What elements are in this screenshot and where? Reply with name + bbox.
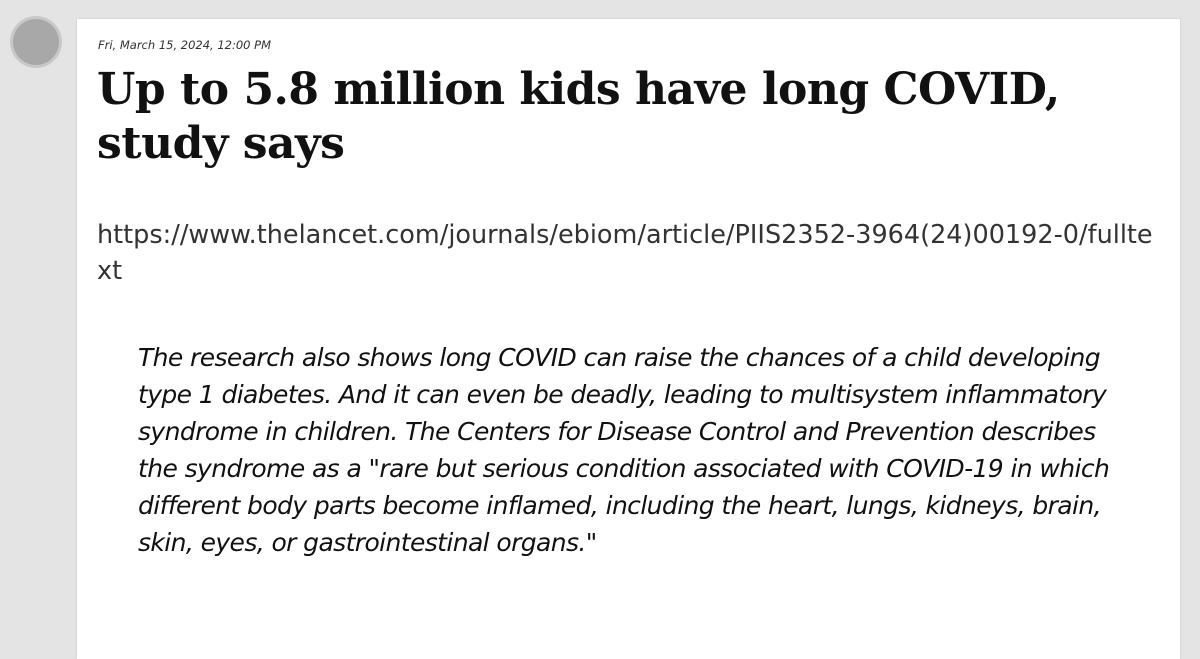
- avatar[interactable]: [13, 19, 59, 65]
- article-link[interactable]: https://www.thelancet.com/journals/ebiom…: [97, 217, 1157, 289]
- post-headline: Up to 5.8 million kids have long COVID, …: [97, 64, 1060, 169]
- post-card: Fri, March 15, 2024, 12:00 PM Up to 5.8 …: [77, 19, 1180, 659]
- post-quote: The research also shows long COVID can r…: [138, 343, 1110, 557]
- post-timestamp: Fri, March 15, 2024, 12:00 PM: [98, 38, 271, 52]
